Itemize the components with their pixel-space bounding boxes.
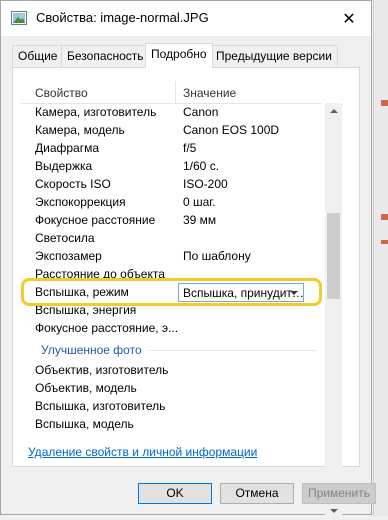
tab-security[interactable]: Безопасность [61, 45, 150, 67]
list-row[interactable]: Экспокоррекция 0 шаг. [21, 193, 321, 211]
cancel-button[interactable]: Отмена [220, 483, 294, 504]
property-value: 1/60 с. [183, 159, 220, 173]
image-file-icon [11, 11, 27, 25]
tab-details[interactable]: Подробно [145, 43, 213, 68]
list-row[interactable]: Объектив, изготовитель [21, 361, 321, 379]
property-name: Объектив, изготовитель [35, 363, 169, 377]
tab-previous-versions[interactable]: Предыдущие версии [210, 45, 338, 67]
property-name: Вспышка, изготовитель [35, 399, 166, 413]
list-header: Свойство Значение [21, 81, 321, 104]
title-bar: Свойства: image-normal.JPG ✕ [1, 1, 371, 36]
property-name: Фокусное расстояние, э... [35, 321, 179, 335]
background-window-strip [373, 0, 388, 516]
background-mark [381, 240, 388, 244]
property-name: Светосила [35, 231, 95, 245]
property-value: Canon [183, 105, 219, 119]
background-mark [381, 100, 388, 106]
property-name: Экспокоррекция [35, 195, 126, 209]
window-title: Свойства: image-normal.JPG [36, 10, 209, 25]
property-value: 0 шаг. [183, 195, 216, 209]
column-separator[interactable] [175, 81, 176, 103]
close-button[interactable]: ✕ [327, 1, 371, 36]
highlight-frame [21, 278, 322, 306]
scroll-down-button[interactable] [325, 502, 342, 519]
property-value: 39 мм [183, 213, 217, 227]
column-header-value[interactable]: Значение [183, 86, 236, 100]
column-header-property[interactable]: Свойство [35, 86, 88, 100]
group-divider [149, 350, 317, 351]
property-name: Экспозамер [35, 249, 102, 263]
property-name: Камера, изготовитель [35, 105, 157, 119]
property-value: Canon EOS 100D [183, 123, 280, 137]
group-label: Улучшенное фото [41, 343, 142, 357]
property-name: Скорость ISO [35, 177, 111, 191]
list-row[interactable]: Диафрагма f/5 [21, 139, 321, 157]
ok-button[interactable]: OK [138, 483, 212, 504]
property-name: Вспышка, модель [35, 417, 134, 431]
property-value: По шаблону [183, 249, 251, 263]
list-row[interactable]: Фокусное расстояние, э... [21, 319, 321, 337]
list-row[interactable]: Экспозамер По шаблону [21, 247, 321, 265]
list-row[interactable]: Выдержка 1/60 с. [21, 157, 321, 175]
property-name: Выдержка [35, 159, 93, 173]
scroll-up-button[interactable] [325, 103, 342, 120]
list-row[interactable]: Камера, модель Canon EOS 100D [21, 121, 321, 139]
property-name: Диафрагма [35, 141, 100, 155]
list-row[interactable]: Фокусное расстояние 39 мм [21, 211, 321, 229]
property-name: Объектив, модель [35, 381, 137, 395]
list-row[interactable]: Вспышка, изготовитель [21, 397, 321, 415]
arrow-up-icon [330, 109, 338, 113]
list-row[interactable]: Камера, изготовитель Canon [21, 103, 321, 121]
property-value: ISO-200 [183, 177, 228, 191]
property-name: Фокусное расстояние [35, 213, 156, 227]
arrow-down-icon [330, 509, 338, 513]
background-mark [381, 214, 388, 220]
group-header: Улучшенное фото [21, 341, 321, 359]
close-icon: ✕ [342, 10, 356, 28]
apply-button[interactable]: Применить [302, 483, 376, 504]
list-row[interactable]: Скорость ISO ISO-200 [21, 175, 321, 193]
list-row[interactable]: Светосила [21, 229, 321, 247]
list-row[interactable]: Вспышка, модель [21, 415, 321, 433]
vertical-scrollbar[interactable] [325, 103, 342, 519]
property-name: Камера, модель [35, 123, 125, 137]
list-row[interactable]: Объектив, модель [21, 379, 321, 397]
scroll-thumb[interactable] [327, 213, 340, 299]
property-value: f/5 [183, 141, 197, 155]
tab-general[interactable]: Общие [12, 45, 64, 67]
remove-properties-link[interactable]: Удаление свойств и личной информации [28, 445, 257, 459]
